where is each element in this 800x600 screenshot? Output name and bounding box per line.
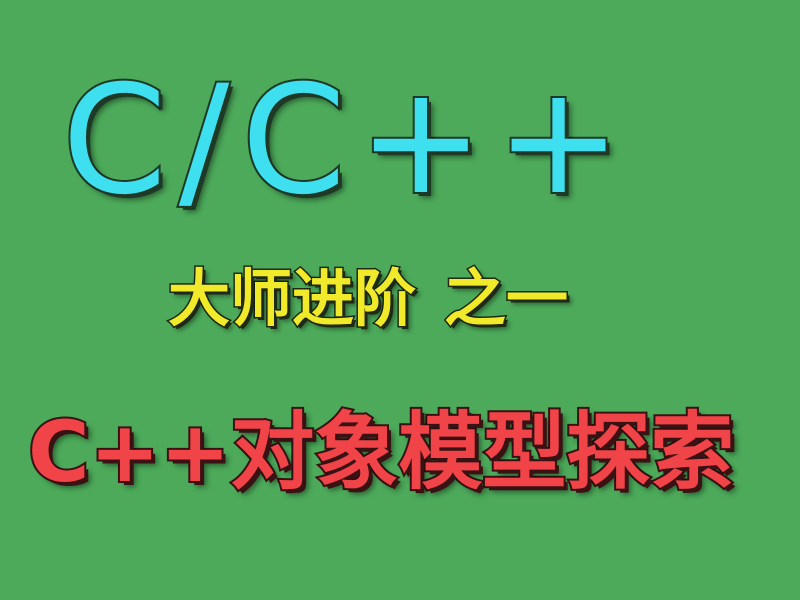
course-title: C++对象模型探索 [26, 403, 736, 501]
cover-canvas: C/C++ 大师进阶 之一 C++对象模型探索 [0, 0, 800, 600]
subtitle-part-2: 之一 [443, 262, 570, 335]
subtitle: 大师进阶 之一 [166, 266, 569, 331]
subtitle-part-1: 大师进阶 [166, 262, 417, 335]
main-title: C/C++ [60, 54, 634, 228]
